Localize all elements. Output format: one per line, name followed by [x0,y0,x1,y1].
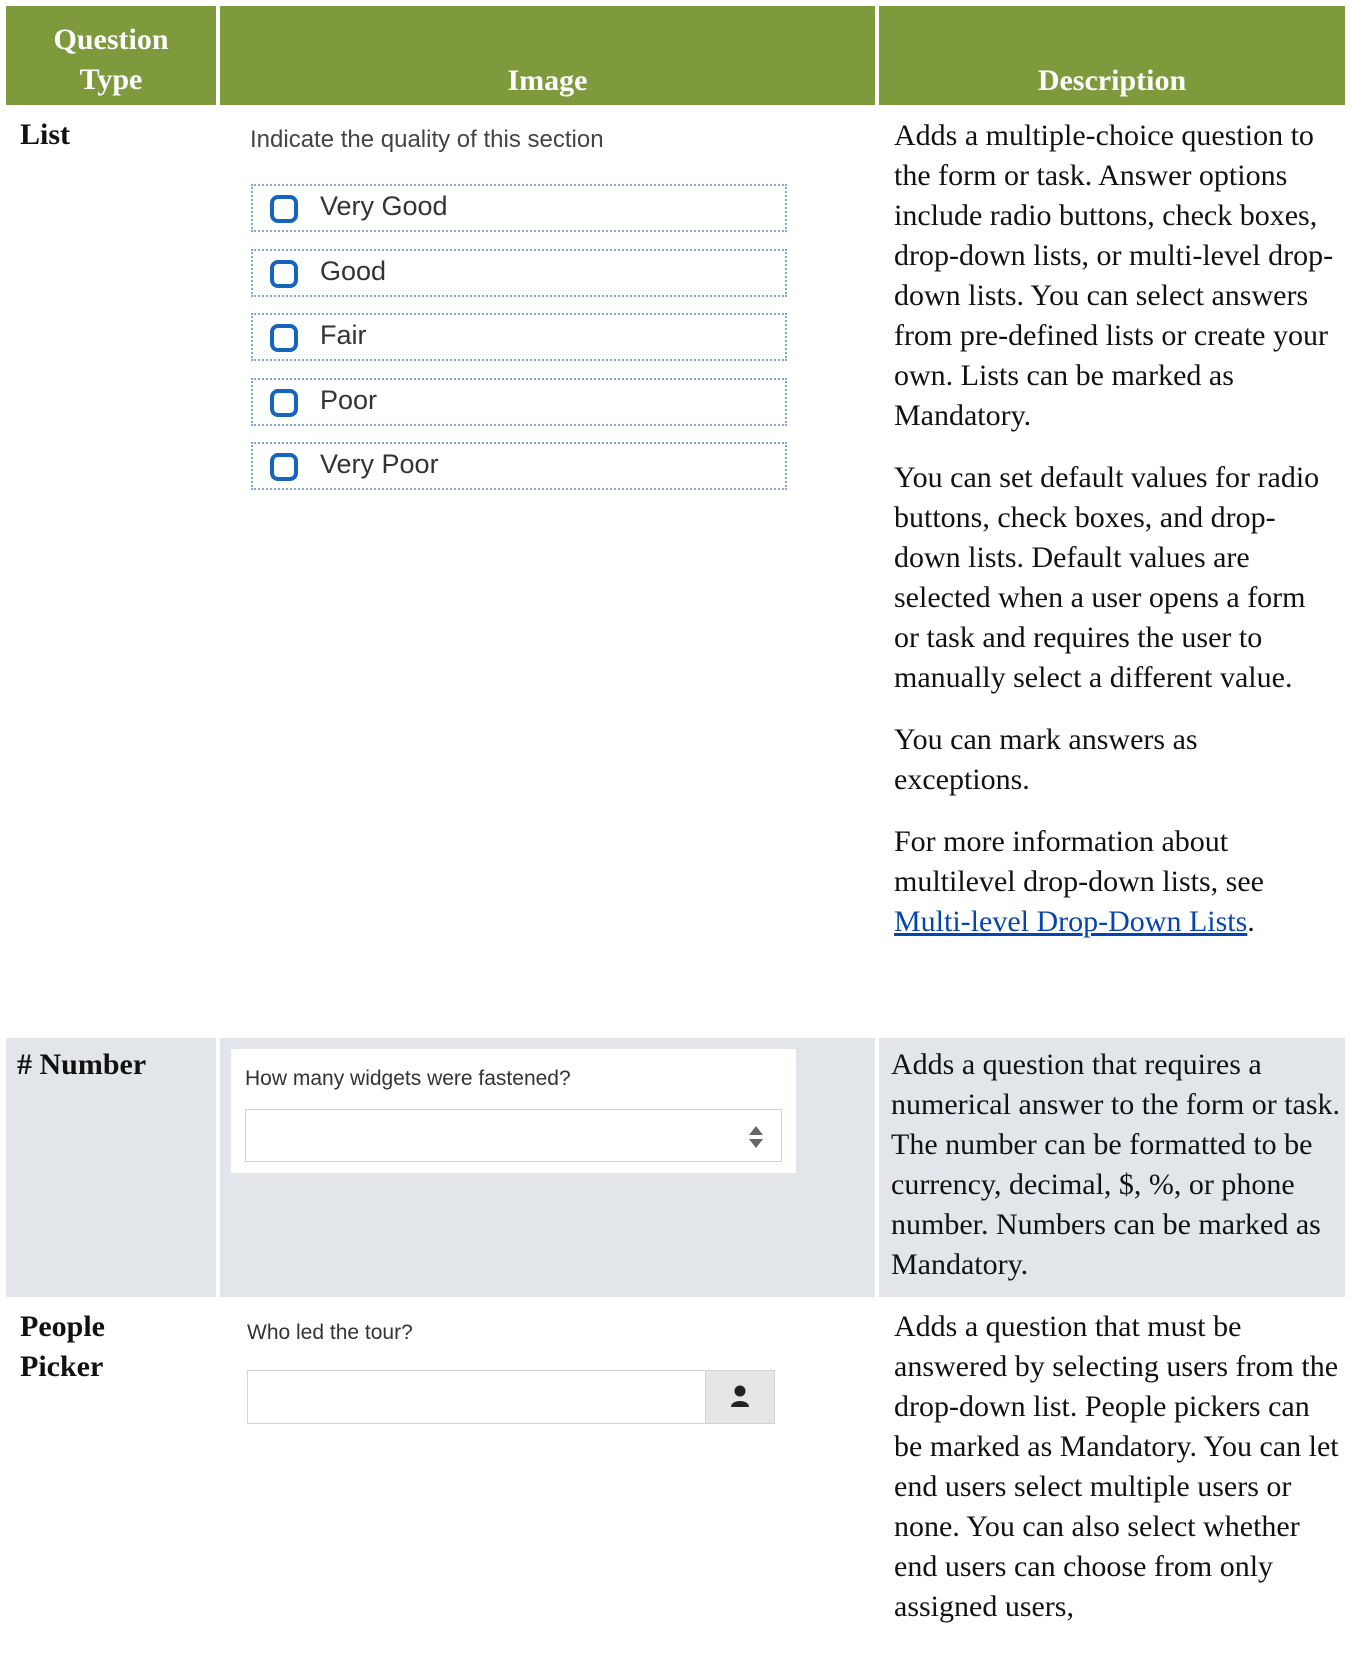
header-question-type-line2: Type [79,63,143,96]
list-option-label: Fair [320,320,367,350]
people-picker-button[interactable] [705,1371,774,1423]
radio-icon[interactable] [270,260,298,288]
list-desc-p4: For more information about multilevel dr… [894,822,1334,942]
people-picker-type-line2: Picker [20,1350,104,1383]
header-image: Image [220,6,875,105]
people-picker-description: Adds a question that must be answered by… [894,1310,1339,1623]
user-icon [731,1385,749,1407]
header-question-type: Question Type [6,6,216,105]
list-desc-p1: Adds a multiple-choice question to the f… [894,119,1334,432]
list-option[interactable]: Very Good [251,184,787,232]
people-prompt: Who led the tour? [247,1321,413,1344]
row-list-description: Adds a multiple-choice question to the f… [894,116,1334,964]
list-prompt: Indicate the quality of this section [250,126,604,153]
number-question-card: How many widgets were fastened? [231,1049,796,1173]
row-list-type: List [20,118,71,151]
list-desc-p4-end: . [1247,905,1255,938]
header-description-label: Description [1037,64,1187,97]
list-option-label: Poor [320,385,378,415]
number-prompt: How many widgets were fastened? [245,1067,571,1090]
number-description: Adds a question that requires a numerica… [891,1048,1341,1281]
people-picker-input[interactable] [247,1370,775,1424]
number-input[interactable] [245,1109,782,1162]
list-option[interactable]: Poor [251,378,787,426]
row-number-type: # Number [17,1048,147,1081]
list-option-label: Very Good [320,191,448,221]
spinner-arrows-icon[interactable] [749,1126,763,1148]
list-desc-p2: You can set default values for radio but… [894,461,1320,694]
list-desc-p4-text: For more information about multilevel dr… [894,825,1264,898]
row-people-picker-type: People Picker [20,1307,105,1387]
list-option[interactable]: Good [251,249,787,297]
radio-icon[interactable] [270,195,298,223]
list-option[interactable]: Very Poor [251,442,787,490]
multilevel-dropdown-link[interactable]: Multi-level Drop-Down Lists [894,905,1247,938]
radio-icon[interactable] [270,453,298,481]
people-picker-type-line1: People [20,1310,105,1343]
header-description: Description [879,6,1345,105]
header-image-label: Image [507,64,588,97]
header-question-type-line1: Question [53,23,169,56]
list-option-label: Very Poor [320,449,439,479]
radio-icon[interactable] [270,389,298,417]
list-option[interactable]: Fair [251,313,787,361]
radio-icon[interactable] [270,324,298,352]
list-option-label: Good [320,256,387,286]
list-desc-p3: You can mark answers as exceptions. [894,723,1198,796]
